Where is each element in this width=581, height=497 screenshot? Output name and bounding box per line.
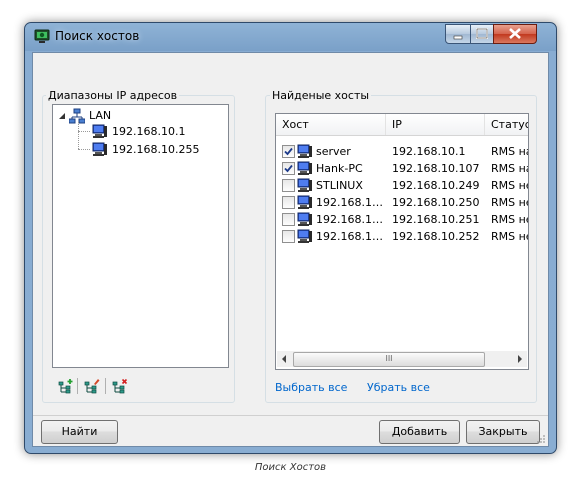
figure-caption: Поиск Хостов — [254, 462, 327, 473]
tree-connector — [78, 122, 79, 149]
host-status: RMS найд — [491, 162, 528, 175]
host-status: RMS не н — [491, 196, 528, 209]
network-icon — [69, 108, 85, 124]
maximize-button[interactable] — [470, 24, 494, 44]
divider — [33, 415, 548, 416]
computer-icon — [297, 229, 312, 243]
host-ip: 192.168.10.107 — [392, 162, 480, 175]
scrollbar-grip: III — [385, 354, 393, 363]
host-name: 192.168.1… — [316, 196, 382, 209]
host-checkbox[interactable] — [282, 196, 295, 209]
host-name: server — [316, 145, 351, 158]
host-checkbox[interactable] — [282, 179, 295, 192]
host-checkbox[interactable] — [282, 213, 295, 226]
host-ip: 192.168.10.1 — [392, 145, 466, 158]
host-name: Hank-PC — [316, 162, 363, 175]
search-hosts-window: Поиск хостов Диапазоны IP адресов LAN 19… — [24, 22, 557, 454]
host-status: RMS не н — [491, 230, 528, 243]
host-name: 192.168.1… — [316, 213, 382, 226]
minimize-icon — [453, 35, 463, 40]
scroll-left-arrow-icon[interactable] — [281, 355, 287, 363]
computer-icon — [297, 178, 312, 192]
column-header-status[interactable]: Статус — [485, 114, 528, 135]
maximize-icon — [476, 28, 488, 39]
host-status: RMS найд — [491, 145, 528, 158]
window-title: Поиск хостов — [55, 29, 140, 43]
column-header-ip[interactable]: IP — [386, 114, 485, 135]
host-ip: 192.168.10.251 — [392, 213, 480, 226]
computer-icon — [92, 142, 107, 156]
scrollbar-thumb[interactable]: III — [293, 352, 485, 367]
tree-connector — [78, 131, 90, 132]
horizontal-scrollbar[interactable]: III — [277, 351, 527, 367]
title-bar[interactable]: Поиск хостов — [25, 23, 556, 49]
host-row[interactable]: server 192.168.10.1 RMS найд — [276, 143, 528, 160]
deselect-all-link[interactable]: Убрать все — [367, 381, 430, 394]
host-checkbox[interactable] — [282, 145, 295, 158]
tree-node-label: LAN — [89, 109, 112, 122]
ip-ranges-label: Диапазоны IP адресов — [46, 89, 180, 102]
found-hosts-list[interactable]: Хост IP Статус server 192.168.10.1 RMS н… — [275, 113, 529, 370]
host-name: STLINUX — [316, 179, 363, 192]
computer-icon — [297, 144, 312, 158]
tree-connector — [78, 149, 90, 150]
close-window-button[interactable] — [493, 24, 537, 44]
toolbar-separator — [105, 378, 106, 394]
host-ip: 192.168.10.249 — [392, 179, 480, 192]
select-all-link[interactable]: Выбрать все — [275, 381, 347, 394]
found-hosts-label: Найденые хосты — [270, 89, 372, 102]
computer-icon — [297, 212, 312, 226]
minimize-button[interactable] — [445, 24, 471, 44]
tree-node-label: 192.168.10.1 — [112, 125, 186, 138]
computer-icon — [297, 195, 312, 209]
add-button[interactable]: Добавить — [379, 420, 460, 444]
host-row[interactable]: 192.168.1… 192.168.10.252 RMS не н — [276, 228, 528, 245]
list-header: Хост IP Статус — [276, 114, 528, 136]
checkmark-icon — [284, 147, 293, 156]
computer-icon — [297, 161, 312, 175]
delete-range-icon[interactable] — [111, 378, 129, 394]
host-row[interactable]: Hank-PC 192.168.10.107 RMS найд — [276, 160, 528, 177]
host-ip: 192.168.10.250 — [392, 196, 480, 209]
close-icon — [509, 28, 521, 39]
host-checkbox[interactable] — [282, 230, 295, 243]
computer-icon — [92, 124, 107, 138]
host-status: RMS не н — [491, 179, 528, 192]
toolbar-separator — [77, 378, 78, 394]
checkmark-icon — [284, 164, 293, 173]
expand-arrow-icon — [59, 113, 65, 119]
edit-range-icon[interactable] — [83, 378, 101, 394]
scroll-right-arrow-icon[interactable] — [517, 355, 523, 363]
app-icon — [34, 29, 50, 43]
add-range-icon[interactable] — [57, 378, 75, 394]
resize-grip-icon[interactable] — [536, 434, 546, 444]
column-header-host[interactable]: Хост — [276, 114, 386, 135]
host-row[interactable]: 192.168.1… 192.168.10.250 RMS не н — [276, 194, 528, 211]
find-button[interactable]: Найти — [41, 420, 118, 444]
host-name: 192.168.1… — [316, 230, 382, 243]
tree-node-label: 192.168.10.255 — [112, 143, 200, 156]
dialog-client-area: Диапазоны IP адресов LAN 192.168.10.1 19… — [32, 52, 549, 447]
host-checkbox[interactable] — [282, 162, 295, 175]
host-row[interactable]: STLINUX 192.168.10.249 RMS не н — [276, 177, 528, 194]
host-ip: 192.168.10.252 — [392, 230, 480, 243]
host-row[interactable]: 192.168.1… 192.168.10.251 RMS не н — [276, 211, 528, 228]
close-button[interactable]: Закрыть — [466, 420, 540, 444]
host-status: RMS не н — [491, 213, 528, 226]
ip-ranges-tree[interactable]: LAN 192.168.10.1 192.168.10.255 — [52, 104, 229, 368]
